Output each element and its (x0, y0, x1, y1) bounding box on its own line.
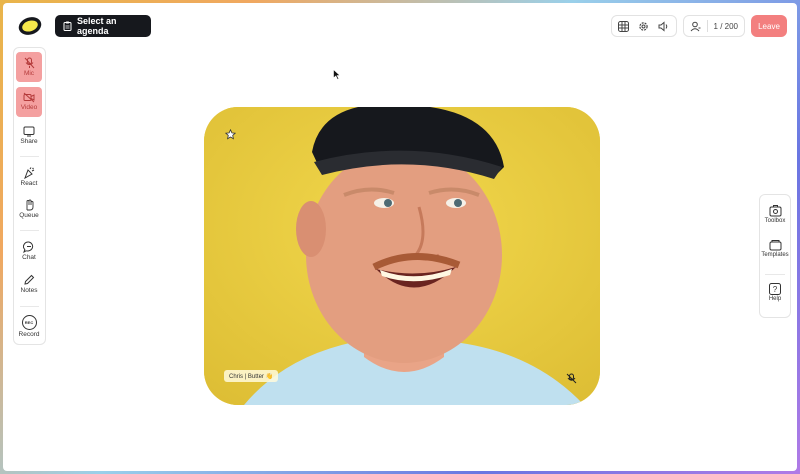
participants-pill[interactable]: 1 / 200 (682, 15, 745, 37)
react-button[interactable]: React (16, 164, 42, 190)
toolbox-icon (769, 205, 781, 217)
right-toolbar: Toolbox Templates ? Help (759, 194, 791, 318)
toolbox-label: Toolbox (764, 218, 786, 224)
templates-button[interactable]: Templates (760, 239, 790, 258)
help-icon: ? (769, 283, 781, 295)
share-button[interactable]: Share (16, 123, 42, 149)
agenda-label: Select an agenda (77, 16, 117, 36)
raise-hand-icon (26, 199, 33, 210)
app-window: Select an agenda 1 / 200 Leave Mic Video… (3, 3, 797, 471)
svg-text:?: ? (773, 285, 778, 294)
participant-name-tag: Chris | Butter 👋 (224, 370, 279, 382)
share-label: Share (20, 138, 38, 145)
help-button[interactable]: ? Help (760, 283, 790, 302)
record-icon: REC (21, 315, 37, 330)
divider (706, 20, 708, 32)
mouse-cursor-icon (333, 69, 341, 80)
grid-icon[interactable] (618, 20, 630, 32)
leave-button[interactable]: Leave (751, 15, 787, 37)
react-label: React (20, 179, 38, 187)
toolbar-divider (20, 306, 39, 307)
speaker-icon[interactable] (658, 20, 670, 32)
mic-label: Mic (23, 69, 35, 77)
notes-button[interactable]: Notes (16, 271, 42, 297)
video-off-icon (23, 92, 35, 103)
mic-muted-icon (566, 371, 577, 389)
queue-button[interactable]: Queue (16, 196, 42, 222)
select-agenda-button[interactable]: Select an agenda (55, 15, 151, 37)
participant-video-tile[interactable]: Chris | Butter 👋 (204, 107, 600, 405)
add-user-icon (690, 21, 701, 31)
toolbar-divider (20, 230, 39, 231)
share-screen-icon (23, 126, 35, 137)
view-controls (610, 15, 677, 37)
left-toolbar: Mic Video Share React Queue Chat Notes R… (13, 47, 46, 345)
pencil-icon (24, 274, 35, 285)
react-icon (24, 166, 35, 179)
gear-icon[interactable] (638, 20, 650, 32)
help-label: Help (768, 296, 782, 302)
star-icon[interactable] (224, 127, 237, 145)
mic-off-icon (24, 57, 34, 68)
clipboard-icon (63, 21, 72, 31)
top-right-controls: 1 / 200 Leave (610, 15, 787, 37)
record-button[interactable]: REC Record (16, 313, 42, 341)
app-logo-icon[interactable] (17, 15, 43, 37)
queue-label: Queue (19, 211, 39, 219)
participant-count: 1 / 200 (713, 21, 738, 31)
chat-label: Chat (22, 253, 36, 261)
record-label: Record (18, 331, 40, 338)
templates-icon (769, 240, 781, 251)
video-button[interactable]: Video (16, 87, 42, 117)
participant-video-image (204, 107, 600, 405)
chat-button[interactable]: Chat (16, 238, 42, 264)
toolbox-button[interactable]: Toolbox (760, 204, 790, 224)
video-label: Video (20, 104, 38, 111)
toolbar-divider (20, 156, 39, 157)
notes-label: Notes (20, 286, 38, 294)
toolbar-divider (765, 274, 785, 275)
chat-icon (23, 241, 34, 253)
mic-button[interactable]: Mic (16, 52, 42, 82)
templates-label: Templates (761, 252, 789, 258)
